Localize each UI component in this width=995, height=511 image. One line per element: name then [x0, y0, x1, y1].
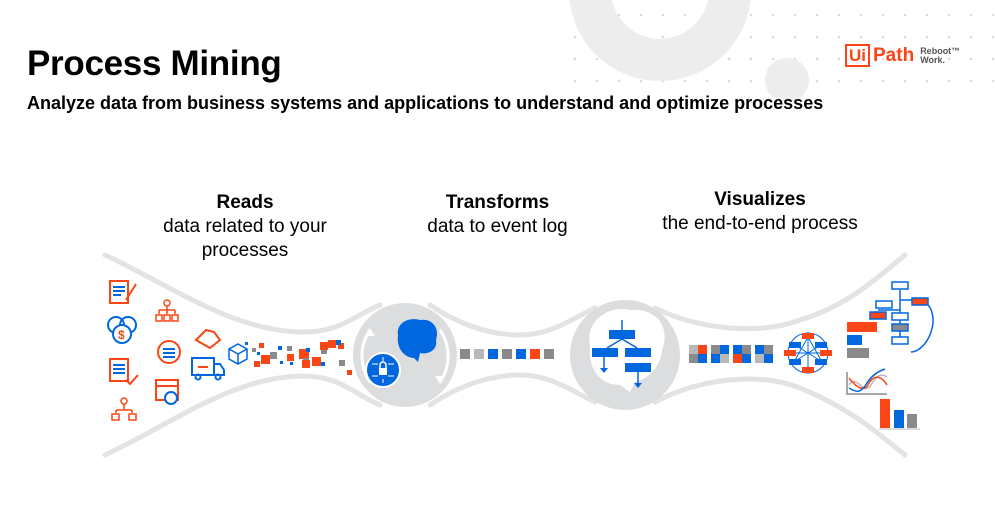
- horizontal-bar-chart-icon: [847, 322, 877, 358]
- event-square: [460, 349, 470, 359]
- data-square: [347, 370, 352, 375]
- event-square: [488, 349, 498, 359]
- process-map-icon: [869, 281, 934, 353]
- pipe-bottom-mid: [427, 372, 598, 408]
- grid-square: [698, 354, 707, 363]
- pipe-bottom-right: [652, 376, 908, 458]
- data-square: [278, 346, 282, 350]
- data-square: [312, 357, 321, 366]
- data-square: [306, 348, 310, 352]
- network-graph-icon: [784, 332, 832, 374]
- grid-square: [755, 345, 764, 354]
- grid-square: [698, 345, 707, 354]
- event-square: [516, 349, 526, 359]
- grid-square: [742, 354, 751, 363]
- data-square: [257, 352, 260, 355]
- handshake-icon: [194, 328, 222, 350]
- data-square: [336, 340, 341, 345]
- document-edit-icon: [109, 280, 137, 304]
- data-square: [328, 340, 336, 348]
- currency-coins-icon: $: [107, 316, 137, 344]
- svg-text:$: $: [118, 328, 125, 342]
- data-square: [270, 352, 277, 359]
- grid-square: [733, 345, 742, 354]
- grid-square: [733, 354, 742, 363]
- data-square: [261, 355, 270, 364]
- data-square: [290, 362, 293, 365]
- data-square: [245, 342, 248, 345]
- org-chart-icon: [111, 397, 137, 421]
- data-square: [252, 348, 256, 352]
- data-square: [259, 343, 264, 348]
- transform-hub: [353, 303, 457, 407]
- document-check-icon: [109, 358, 139, 386]
- event-square: [474, 349, 484, 359]
- pipe-bottom-left: [102, 373, 383, 458]
- data-square: [287, 346, 292, 351]
- event-square: [544, 349, 554, 359]
- grid-square: [711, 345, 720, 354]
- data-square: [339, 360, 345, 366]
- event-square: [502, 349, 512, 359]
- grid-square: [764, 345, 773, 354]
- data-square: [321, 362, 325, 366]
- pipe-top-right: [652, 252, 908, 332]
- event-square: [530, 349, 540, 359]
- chat-bubble-icon: [157, 340, 181, 364]
- data-square: [254, 361, 260, 367]
- delivery-truck-icon: [191, 357, 225, 381]
- event-log-squares: [460, 349, 554, 359]
- source-icons: $: [107, 280, 248, 421]
- grid-square: [689, 354, 698, 363]
- calendar-clock-icon: [155, 379, 179, 405]
- vertical-bar-chart-icon: [879, 399, 920, 430]
- data-square: [287, 354, 294, 361]
- grid-square: [720, 354, 729, 363]
- data-square: [302, 360, 310, 368]
- grid-square: [755, 354, 764, 363]
- cube-icon: [228, 343, 248, 365]
- raw-data-squares: [245, 340, 352, 375]
- secure-circuit-icon: [365, 352, 401, 388]
- data-square: [280, 361, 283, 364]
- grid-square: [720, 345, 729, 354]
- grid-square: [711, 354, 720, 363]
- pipe-top-left: [102, 252, 383, 335]
- structured-data-squares: [689, 345, 773, 363]
- grid-square: [689, 345, 698, 354]
- process-diagram: $: [102, 252, 934, 458]
- grid-square: [742, 345, 751, 354]
- grid-square: [764, 354, 773, 363]
- data-square: [320, 342, 328, 350]
- line-chart-icon: [846, 368, 888, 395]
- hierarchy-icon: [155, 299, 179, 322]
- pipe-top-mid: [427, 302, 598, 338]
